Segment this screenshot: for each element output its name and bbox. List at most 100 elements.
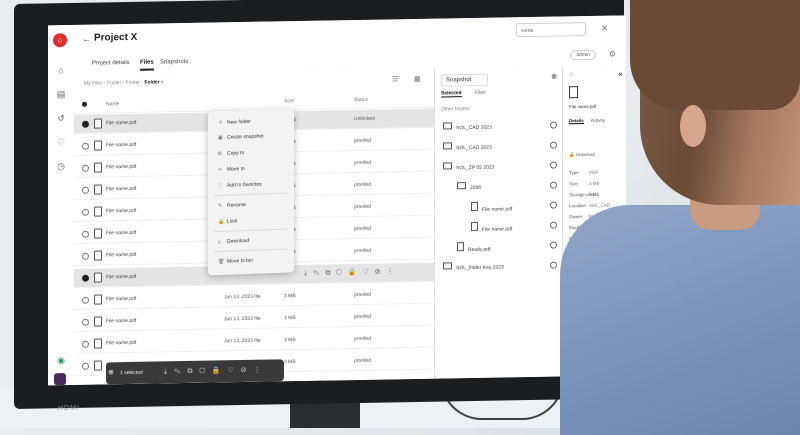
back-arrow-icon[interactable]: ←: [82, 34, 91, 44]
tree-item-label: SOL_CAD 2023: [456, 124, 492, 132]
tree-item[interactable]: File name.pdf: [471, 201, 512, 213]
menu-item[interactable]: 🔒 Lock: [218, 218, 238, 225]
detail-label: Owner: [569, 214, 583, 220]
close-details-icon[interactable]: ✕: [618, 71, 623, 78]
heart-icon[interactable]: ♡: [56, 137, 66, 147]
tree-item-radio[interactable]: [550, 121, 557, 129]
home-logo-icon[interactable]: ⌂: [53, 33, 67, 48]
close-icon[interactable]: ✕: [601, 24, 608, 33]
tab-panel-files[interactable]: Files: [475, 90, 486, 96]
menu-item[interactable]: ✎ Rename: [218, 202, 246, 209]
row-actions[interactable]: ⤓✎⧉▢🔒♡⊘⋮: [304, 267, 400, 278]
tab-activity[interactable]: Activity: [591, 118, 605, 123]
file-icon: [94, 316, 102, 327]
app-screen: ⌂ ⌂ ▤ ↺ ♡ ◷ ◉ ← Project X some ✕ Project…: [48, 15, 626, 386]
tree-item[interactable]: SOL_folder Key 2023: [443, 261, 504, 271]
history-icon[interactable]: ↺: [56, 113, 66, 123]
lock-icon: 🔒: [218, 218, 225, 226]
files-icon[interactable]: ▤: [56, 89, 66, 99]
menu-item-label: Create snapshot: [227, 133, 264, 141]
snapshot-title[interactable]: Snapshot: [441, 73, 489, 87]
tree-item[interactable]: SOL_CAD 2023: [443, 122, 492, 132]
file-size: 3 MB: [284, 315, 296, 322]
row-select-radio[interactable]: [82, 186, 89, 194]
tree-item-radio[interactable]: [550, 221, 557, 229]
column-name[interactable]: Name: [106, 101, 119, 107]
tab-files[interactable]: Files: [140, 59, 154, 71]
menu-item[interactable]: ▣ Create snapshot: [218, 133, 264, 141]
home-icon[interactable]: ⌂: [56, 65, 66, 75]
file-name: File name.pdf: [106, 251, 137, 259]
tree-item[interactable]: Ready.pdf: [457, 242, 490, 254]
column-status[interactable]: Status: [354, 97, 368, 103]
file-size: 3 MB: [284, 359, 296, 366]
file-icon: [94, 338, 102, 349]
avatar[interactable]: [54, 373, 66, 386]
row-select-radio[interactable]: [82, 142, 89, 150]
tree-item[interactable]: 2096: [457, 182, 481, 191]
table-row[interactable]: File name.pdf Jun 13, 2023 file 3 MB proofe…: [74, 306, 434, 332]
breadcrumb-item[interactable]: Folder: [126, 80, 140, 86]
menu-item[interactable]: ⤓ Download: [218, 238, 249, 245]
clock-icon[interactable]: ◷: [56, 161, 66, 171]
tree-item-radio[interactable]: [550, 181, 557, 189]
select-all-radio[interactable]: [82, 101, 87, 107]
row-select-radio[interactable]: [82, 208, 89, 216]
selection-actions[interactable]: ⤓✎⧉▢🔒♡⊘⋮: [164, 366, 268, 377]
breadcrumb-item[interactable]: My Files: [84, 80, 103, 86]
tree-item[interactable]: SOL_ZP 05 2023: [443, 162, 495, 172]
user-badge[interactable]: admin: [570, 49, 596, 61]
page-title: Project X: [94, 31, 138, 44]
menu-item[interactable]: 🗑 Move to bin: [218, 258, 253, 265]
details-filename: File name.pdf: [569, 103, 597, 110]
row-select-radio[interactable]: [82, 230, 89, 238]
close-panel-icon[interactable]: ⊗: [551, 73, 557, 81]
menu-item-label: Move to bin: [227, 257, 253, 265]
row-select-radio[interactable]: [82, 318, 89, 326]
search-input[interactable]: some: [516, 22, 586, 38]
row-select-radio[interactable]: [82, 362, 89, 370]
tab-details[interactable]: Details: [569, 118, 584, 125]
menu-item[interactable]: ⇨ Move to: [218, 166, 245, 173]
tree-item[interactable]: File name.pdf: [471, 221, 512, 233]
row-select-radio[interactable]: [82, 340, 89, 348]
row-select-radio[interactable]: [82, 296, 89, 304]
menu-item-label: Lock: [227, 218, 238, 225]
list-view-icon[interactable]: ☰: [392, 75, 398, 83]
lock-status: 🔓 Unlocked: [569, 151, 595, 158]
tree-item-label: File name.pdf: [482, 226, 513, 233]
heart-icon: ♡: [218, 182, 223, 190]
grid-view-icon[interactable]: ▦: [414, 75, 421, 83]
breadcrumb-item[interactable]: Folder: [107, 80, 121, 86]
tree-item-radio[interactable]: [550, 261, 557, 269]
deselect-icon[interactable]: ⊗: [108, 368, 114, 376]
tab-project-details[interactable]: Project details: [92, 60, 130, 67]
settings-icon[interactable]: ⚙: [609, 49, 616, 58]
column-size[interactable]: Size: [284, 98, 294, 104]
tree-item-label: File name.pdf: [482, 206, 513, 213]
menu-item-label: Rename: [227, 202, 246, 209]
tree-item-radio[interactable]: [550, 161, 557, 169]
tab-snapshots[interactable]: Snapshots: [160, 59, 188, 65]
row-select-radio[interactable]: [82, 274, 89, 282]
breadcrumb-current[interactable]: Folder: [144, 79, 159, 85]
menu-item[interactable]: ＋ New folder: [218, 118, 251, 126]
status-icon: ◉: [57, 355, 65, 366]
row-select-radio[interactable]: [82, 120, 89, 128]
row-select-radio[interactable]: [82, 164, 89, 172]
tree-item[interactable]: SOL_CAD 2023: [443, 142, 492, 152]
table-row[interactable]: File name.pdf Jun 13, 2023 file 3 MB proofe…: [74, 284, 434, 310]
menu-item[interactable]: ⧉ Copy to: [218, 150, 244, 157]
person-hair: [630, 0, 800, 110]
file-status: proofed: [354, 291, 371, 299]
tree-item-radio[interactable]: [550, 141, 557, 149]
tree-item-radio[interactable]: [550, 241, 557, 249]
row-select-radio[interactable]: [82, 252, 89, 260]
tree-item-radio[interactable]: [550, 201, 557, 209]
monitor: HDMI ⌂ ⌂ ▤ ↺ ♡ ◷ ◉ ← Project X some ✕ Pr…: [14, 0, 626, 412]
file-icon: [471, 221, 478, 232]
file-name: File name.pdf: [106, 119, 137, 127]
table-row[interactable]: File name.pdf Jun 13, 2023 file 3 MB proofe…: [74, 328, 434, 354]
tab-selected[interactable]: Selected: [441, 90, 462, 98]
menu-item[interactable]: ♡ Add to favorites: [218, 181, 262, 189]
